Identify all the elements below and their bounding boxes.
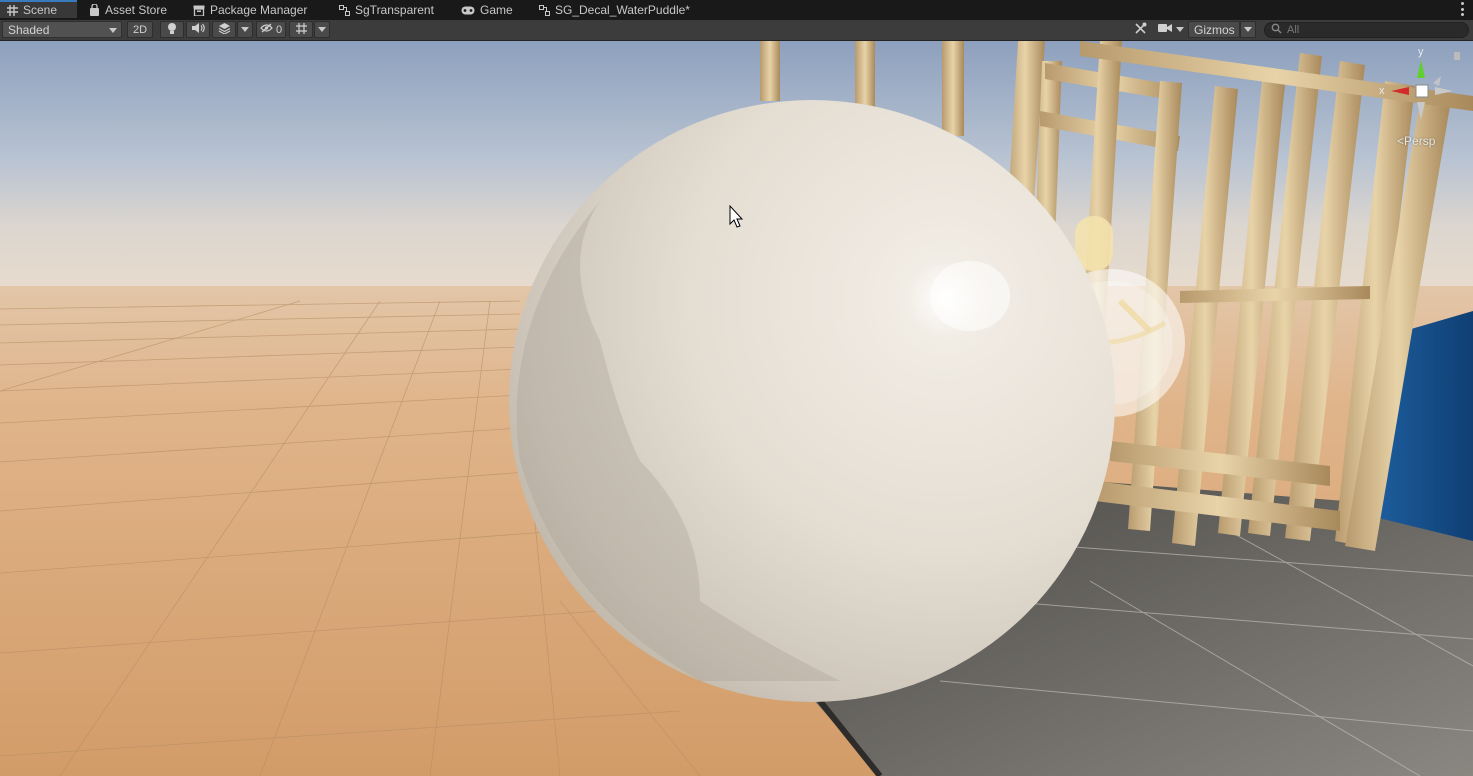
- tab-label: Game: [480, 3, 513, 17]
- layers-effects-icon: [218, 22, 231, 37]
- search-icon: [1271, 23, 1282, 37]
- projection-toggle[interactable]: <Persp: [1397, 134, 1435, 148]
- gizmos-dropdown-button[interactable]: [1240, 21, 1256, 38]
- editor-tab-bar: Scene Asset Store Package Manager SgTran…: [0, 0, 1473, 20]
- search-placeholder: All: [1287, 24, 1300, 36]
- package-icon: [193, 4, 205, 16]
- tab-sgtransparent[interactable]: SgTransparent: [338, 0, 434, 20]
- axis-x-label: x: [1379, 85, 1385, 97]
- orientation-gizmo[interactable]: y x: [1375, 46, 1470, 126]
- 2d-toggle-button[interactable]: 2D: [127, 21, 153, 38]
- hidden-eye-icon: [260, 23, 273, 36]
- chevron-down-icon: [1244, 27, 1252, 32]
- shopping-bag-icon: [88, 4, 100, 16]
- effects-dropdown-button[interactable]: [237, 21, 253, 38]
- shader-graph-icon: [338, 4, 350, 16]
- projection-label: Persp: [1404, 134, 1436, 148]
- speaker-icon: [191, 22, 205, 37]
- tools-toggle-button[interactable]: [1130, 21, 1150, 38]
- tab-asset-store[interactable]: Asset Store: [88, 0, 167, 20]
- 2d-label: 2D: [132, 23, 148, 36]
- more-options-icon[interactable]: [1461, 2, 1465, 16]
- gizmos-button[interactable]: Gizmos: [1188, 21, 1240, 38]
- shader-graph-icon: [538, 4, 550, 16]
- hierarchy-search-input[interactable]: All: [1264, 22, 1469, 38]
- grid-hash-icon: [6, 4, 18, 16]
- scene-viewport[interactable]: y x <Persp: [0, 41, 1473, 776]
- shading-mode-label: Shaded: [8, 22, 50, 37]
- camera-settings-button[interactable]: [1155, 21, 1187, 38]
- tab-label: Scene: [23, 3, 58, 17]
- chevron-down-icon: [109, 28, 117, 33]
- lock-icon[interactable]: [1454, 52, 1460, 60]
- shading-mode-dropdown[interactable]: Shaded: [2, 21, 122, 38]
- lighting-toggle-button[interactable]: [160, 21, 184, 38]
- audio-toggle-button[interactable]: [186, 21, 210, 38]
- grid-dropdown-button[interactable]: [314, 21, 330, 38]
- chevron-down-icon: [1176, 27, 1184, 32]
- tab-scene[interactable]: Scene: [0, 0, 77, 18]
- lightbulb-icon: [167, 22, 177, 38]
- gamepad-icon: [461, 4, 475, 16]
- wrench-tools-icon: [1134, 22, 1147, 38]
- effects-toggle-button[interactable]: [212, 21, 236, 38]
- tab-game[interactable]: Game: [461, 0, 513, 20]
- scene-render: [0, 41, 1473, 776]
- scene-visibility-toggle-button[interactable]: 0: [256, 21, 286, 38]
- gizmos-label: Gizmos: [1194, 22, 1235, 37]
- axis-y-label: y: [1418, 46, 1424, 58]
- tab-label: Asset Store: [105, 3, 168, 17]
- tab-package-manager[interactable]: Package Manager: [193, 0, 307, 20]
- tab-sg-decal-waterpuddle[interactable]: SG_Decal_WaterPuddle*: [538, 0, 690, 20]
- grid-snap-icon: [295, 22, 308, 38]
- persp-icon: <: [1397, 134, 1405, 148]
- hidden-object-count: 0: [275, 23, 283, 36]
- tab-label: SgTransparent: [355, 3, 434, 17]
- tab-label: SG_Decal_WaterPuddle*: [555, 3, 690, 17]
- chevron-down-icon: [241, 27, 249, 32]
- grid-toggle-button[interactable]: [289, 21, 313, 38]
- scene-toolbar: Shaded 2D 0 Gizmos All: [0, 20, 1473, 41]
- tab-label: Package Manager: [210, 3, 308, 17]
- chevron-down-icon: [318, 27, 326, 32]
- camera-icon: [1158, 23, 1172, 36]
